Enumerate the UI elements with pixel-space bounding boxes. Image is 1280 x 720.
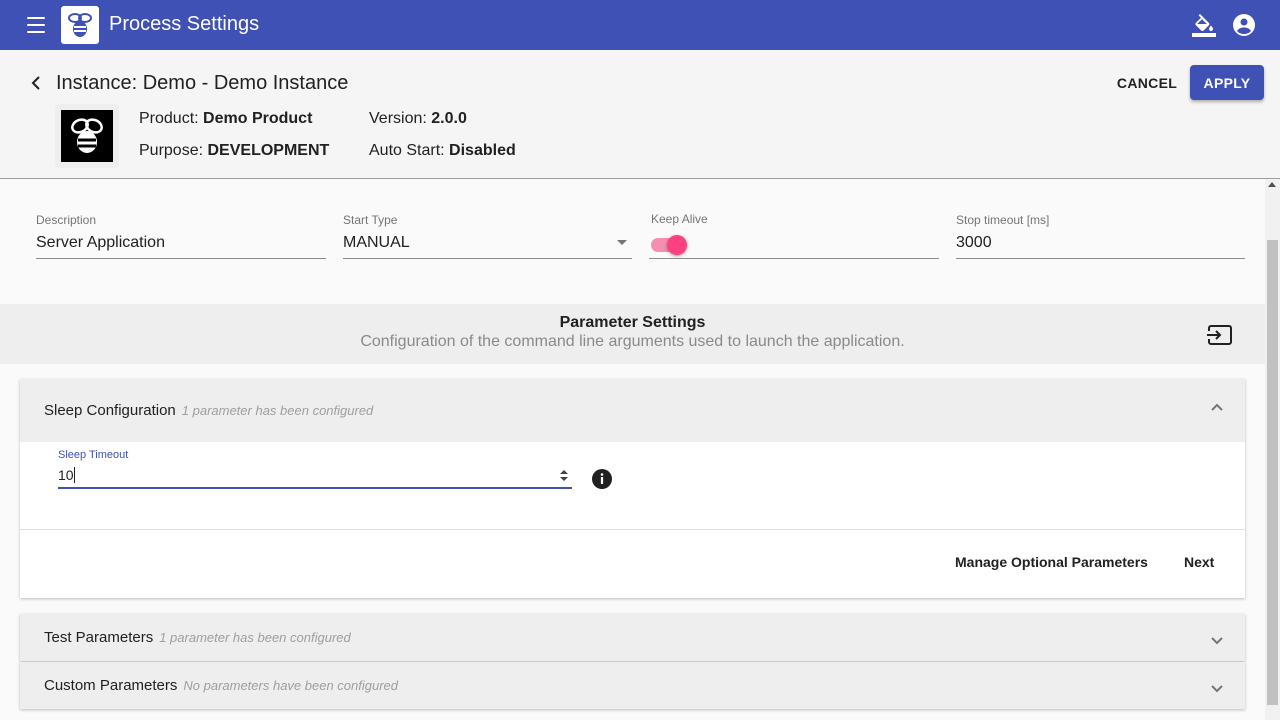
text-caret <box>74 467 75 483</box>
number-spinner-icon[interactable] <box>559 469 569 483</box>
app-toolbar: Process Settings <box>0 0 1280 50</box>
stop-timeout-underline <box>956 258 1245 259</box>
panel-name: Test Parameters <box>44 629 154 646</box>
purpose-label: Purpose: <box>139 142 204 159</box>
app-title: Process Settings <box>109 13 260 35</box>
account-icon[interactable] <box>1232 13 1256 37</box>
start-type-select[interactable]: MANUAL <box>343 234 410 252</box>
keep-alive-label: Keep Alive <box>651 212 708 226</box>
product-label: Product: <box>139 110 199 127</box>
apply-button[interactable]: APPLY <box>1190 65 1264 100</box>
purpose-info: Purpose: DEVELOPMENT <box>139 142 329 160</box>
instance-title: Instance: Demo - Demo Instance <box>56 72 349 94</box>
info-icon[interactable] <box>592 469 612 489</box>
sleep-timeout-label: Sleep Timeout <box>58 449 129 461</box>
sleep-configuration-title: Sleep Configuration 1 parameter has been … <box>44 402 373 419</box>
product-value: Demo Product <box>203 110 313 127</box>
start-type-underline <box>343 258 632 259</box>
theme-paint-icon[interactable] <box>1192 13 1216 37</box>
panel-name: Custom Parameters <box>44 677 178 694</box>
test-parameters-title: Test Parameters 1 parameter has been conf… <box>44 629 351 646</box>
chevron-up-icon[interactable] <box>1210 401 1224 415</box>
stop-timeout-label: Stop timeout [ms] <box>956 213 1050 227</box>
next-button[interactable]: Next <box>1184 554 1214 570</box>
menu-icon[interactable] <box>24 15 48 35</box>
version-info: Version: 2.0.0 <box>369 110 467 128</box>
panel-note: 1 parameter has been configured <box>159 630 351 645</box>
start-type-label: Start Type <box>343 213 398 227</box>
chevron-down-icon[interactable] <box>1210 633 1224 647</box>
chevron-down-icon[interactable] <box>1210 681 1224 695</box>
command-line-preview-icon[interactable] <box>1207 323 1233 347</box>
description-underline <box>36 258 326 259</box>
autostart-label: Auto Start: <box>369 142 445 159</box>
product-info: Product: Demo Product <box>139 110 312 128</box>
autostart-value: Disabled <box>449 142 516 159</box>
bee-icon <box>71 118 103 153</box>
custom-parameters-title: Custom Parameters No parameters have been… <box>44 677 398 694</box>
keep-alive-toggle-thumb[interactable] <box>667 235 687 255</box>
manage-optional-parameters-button[interactable]: Manage Optional Parameters <box>955 554 1148 570</box>
scroll-up-icon[interactable] <box>1268 182 1276 187</box>
stop-timeout-input[interactable]: 3000 <box>956 234 992 252</box>
parameter-settings-title: Parameter Settings <box>559 314 706 331</box>
scrollbar-thumb[interactable] <box>1267 240 1278 705</box>
panel-note: 1 parameter has been configured <box>181 403 374 418</box>
panel-divider <box>20 529 1245 530</box>
description-input[interactable]: Server Application <box>36 234 165 252</box>
panel-note: No parameters have been configured <box>183 678 399 693</box>
sleep-timeout-input[interactable]: 10 <box>58 467 74 483</box>
parameter-settings-subtitle: Configuration of the command line argume… <box>360 333 905 350</box>
keep-alive-underline <box>649 258 939 259</box>
description-label: Description <box>36 213 97 227</box>
version-value: 2.0.0 <box>431 110 467 127</box>
product-logo <box>55 104 119 168</box>
back-arrow-icon[interactable] <box>26 73 46 93</box>
app-logo[interactable] <box>61 6 99 44</box>
cancel-button[interactable]: CANCEL <box>1112 66 1182 100</box>
version-label: Version: <box>369 110 427 127</box>
sleep-timeout-underline <box>58 487 572 489</box>
autostart-info: Auto Start: Disabled <box>369 142 516 160</box>
scrollbar[interactable] <box>1265 179 1280 720</box>
panel-name: Sleep Configuration <box>44 402 176 419</box>
dropdown-arrow-icon[interactable] <box>617 240 627 245</box>
purpose-value: DEVELOPMENT <box>207 142 330 159</box>
